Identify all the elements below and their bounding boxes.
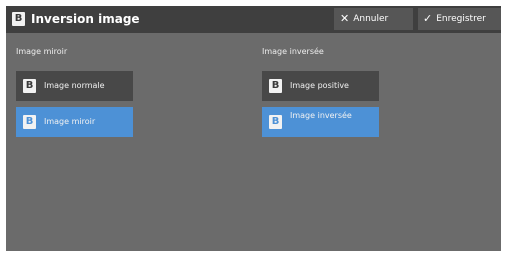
option-label: Image miroir (44, 117, 96, 126)
save-label: Enregistrer (436, 14, 486, 24)
option-label: Image normale (44, 81, 105, 90)
option-label: Image inversée (290, 111, 352, 120)
b-letter-icon: B (12, 12, 25, 26)
checkmark-icon: ✓ (423, 12, 433, 25)
cancel-button[interactable]: ✕ Annuler (334, 8, 413, 30)
option-image-inversee[interactable]: B Image inversée (262, 107, 379, 137)
option-image-normale[interactable]: B Image normale (16, 71, 133, 101)
option-image-miroir[interactable]: B Image miroir (16, 107, 133, 137)
b-letter-icon: B (269, 79, 282, 93)
option-label: Image positive (290, 81, 349, 90)
option-image-positive[interactable]: B Image positive (262, 71, 379, 101)
b-letter-icon: B (269, 115, 282, 129)
invert-section-label: Image inversée (262, 47, 324, 56)
b-letter-icon: B (23, 115, 36, 129)
mirror-section-label: Image miroir (16, 47, 68, 56)
b-letter-icon: B (23, 79, 36, 93)
save-button[interactable]: ✓ Enregistrer (418, 8, 501, 30)
cancel-label: Annuler (353, 14, 389, 24)
close-icon: ✕ (340, 12, 350, 25)
header-bar: B Inversion image ✕ Annuler ✓ Enregistrer (6, 6, 501, 33)
page-title: Inversion image (31, 12, 140, 26)
inversion-image-screen: B Inversion image ✕ Annuler ✓ Enregistrer … (6, 6, 501, 251)
